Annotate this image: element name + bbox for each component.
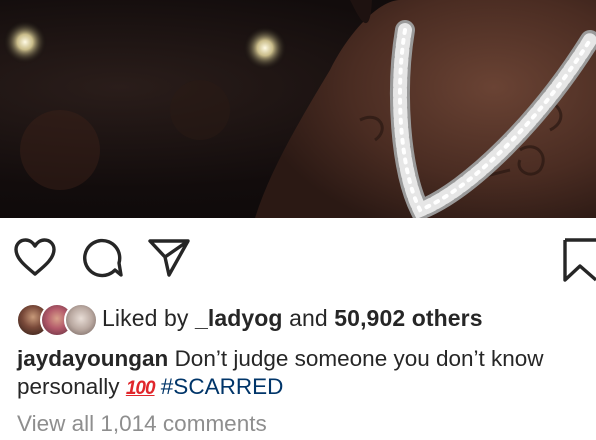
likes-row: Liked by _ladyog and 50,902 others: [16, 298, 586, 338]
post-image-art: [3, 0, 596, 218]
heart-icon[interactable]: [14, 238, 56, 278]
bookmark-icon[interactable]: [562, 238, 596, 282]
comment-icon[interactable]: [82, 237, 124, 279]
likes-conjunction: and: [289, 304, 328, 331]
share-icon[interactable]: [148, 238, 190, 278]
post-caption: jaydayoungan Don’t judge someone you don…: [17, 345, 589, 403]
likes-count-link[interactable]: 50,902 others: [334, 305, 482, 331]
avatar: [64, 303, 98, 337]
likes-summary: Liked by _ladyog and 50,902 others: [102, 305, 483, 332]
first-liker-link[interactable]: _ladyog: [195, 305, 283, 331]
caption-username-link[interactable]: jaydayoungan: [17, 346, 168, 371]
post-image[interactable]: [0, 0, 596, 218]
hundred-emoji-icon: 100: [125, 378, 156, 399]
view-all-comments-link[interactable]: View all 1,014 comments: [17, 411, 267, 437]
hashtag-link[interactable]: #SCARRED: [161, 374, 284, 399]
liker-avatars[interactable]: [16, 300, 98, 337]
likes-prefix: Liked by: [102, 304, 189, 331]
action-bar: [0, 232, 596, 286]
